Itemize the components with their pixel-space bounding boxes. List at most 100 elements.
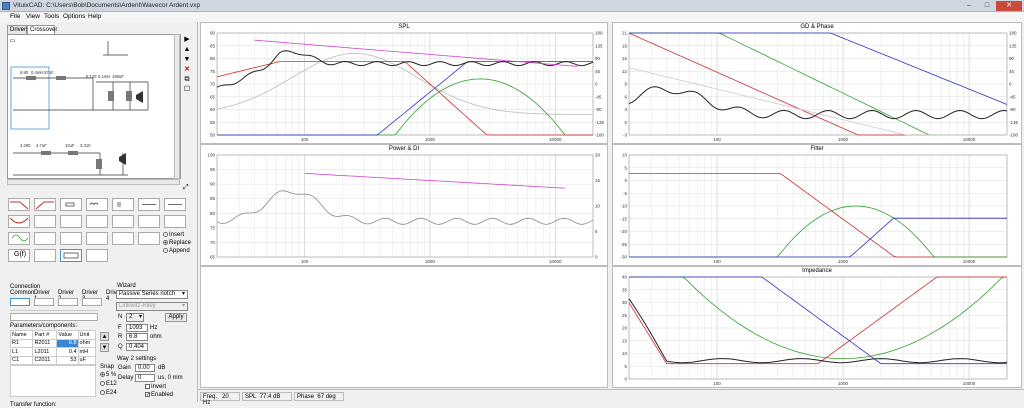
arrow-up-icon[interactable]: ▲	[183, 46, 191, 54]
params-value-cell[interactable]: 0.4	[56, 347, 79, 357]
y-tick-label: -20	[620, 229, 627, 234]
schematic-horizontal-scrollbar[interactable]	[7, 179, 180, 185]
x-tick-label: 100	[301, 259, 309, 264]
snap-e24[interactable]: E24	[100, 390, 117, 396]
plot-grid	[628, 154, 1008, 258]
y-tick-label: 85	[210, 43, 216, 48]
way2-gain-label: Gain	[118, 365, 131, 371]
y-tick-label: 55	[210, 120, 216, 125]
minimize-button[interactable]: –	[960, 1, 978, 11]
connection-driver-3-icon[interactable]	[82, 298, 102, 306]
params-cell: ohm	[77, 338, 97, 348]
params-value-cell[interactable]: 53	[56, 355, 79, 365]
impedance-red-curve	[628, 276, 1007, 365]
y2-tick-label: 15	[595, 178, 601, 183]
menu-options[interactable]: Options	[63, 13, 85, 20]
connection-driver-2-icon[interactable]	[58, 298, 78, 306]
gd-grey-curve	[628, 67, 1007, 136]
wizard-q-input[interactable]: 0.404	[126, 343, 148, 351]
y2-tick-label: -90	[595, 107, 602, 112]
menu-help[interactable]: Help	[88, 13, 101, 20]
snap-e12[interactable]: E12	[100, 381, 117, 387]
schematic-vertical-scrollbar[interactable]	[174, 34, 180, 179]
params-empty-area	[10, 365, 96, 397]
spl-plot[interactable]: SPL 90 85 80 75 70 65 60 55 50 180 135 90 45 0 -45 -90-…	[200, 22, 608, 144]
snap-5pct[interactable]: 5 %	[100, 372, 116, 378]
radio-insert[interactable]: Insert	[163, 232, 191, 238]
status-bar: Freq. 20 Hz SPL 77.4 dB Phase 67 deg	[198, 389, 1024, 406]
menu-view[interactable]: View	[26, 13, 40, 20]
connection-common[interactable]: Common	[10, 290, 34, 296]
status-spl: SPL 77.4 dB	[242, 392, 292, 401]
crossover-schematic[interactable]: 6.80 0.4mH 57uF 6.120 0.1mH 188uF 3.290 …	[7, 34, 181, 179]
empty-plot-area	[200, 266, 608, 388]
wizard-n-select[interactable]: 2 ▾	[126, 313, 144, 322]
plot-grid	[216, 154, 594, 258]
filter-plot[interactable]: Filter 10 5 0 -5 -10 -15 -20 -25 -30 100 1000 10000	[612, 144, 1022, 266]
wizard-r-input[interactable]: 6.8	[126, 333, 148, 341]
arrow-down-icon[interactable]: ▼	[183, 56, 191, 64]
params-table: Name Part # Value Unit R1 R2011 6.8 ohm …	[9, 330, 97, 365]
way2-delay-label: Delay	[118, 375, 134, 381]
y2-tick-label: 90	[1009, 56, 1015, 61]
way2-delay-input[interactable]: 0	[135, 374, 155, 382]
svg-text:6.120: 6.120	[86, 74, 97, 79]
params-header: Part #	[32, 330, 58, 340]
plot-grid	[628, 32, 1008, 136]
spl-blue-curve	[217, 61, 593, 136]
wizard-align-select[interactable]: Linkwitz-Riley ▾	[116, 302, 188, 311]
expand-icon[interactable]: ⤢	[183, 184, 189, 192]
title-bar: VituixCAD: C:\Users\Bob\Documents\Ardent…	[0, 0, 1024, 12]
move-up-icon[interactable]: ▲	[100, 332, 109, 341]
svg-text:0.1mH: 0.1mH	[98, 74, 110, 79]
y-tick-label: 6	[624, 94, 627, 99]
way2-invert-checkbox[interactable]: Invert	[145, 384, 166, 390]
impedance-plot[interactable]: Impedance 40 35 30 25 20 15 10 5 0 100 1000 10000	[612, 266, 1022, 388]
y2-tick-label: -180	[595, 133, 605, 138]
y2-tick-label: 45	[1009, 69, 1015, 74]
y-tick-label: 40	[622, 275, 628, 280]
impedance-black-curve	[628, 298, 1008, 364]
x-tick-label: 1000	[838, 259, 849, 264]
y-tick-label: 60	[210, 107, 216, 112]
way2-enabled-checkbox[interactable]: ✓Enabled	[145, 392, 173, 398]
move-down-icon[interactable]: ▼	[100, 343, 109, 352]
params-cell: R2011	[32, 338, 58, 348]
wizard-n-label: N	[118, 314, 123, 320]
radio-append[interactable]: Append	[163, 248, 191, 254]
table-row[interactable]: C1 C2011 53 uF	[9, 355, 97, 365]
wizard-type-select[interactable]: Passive Series notch ▾	[116, 290, 188, 299]
y-tick-label: 25	[622, 313, 628, 318]
menu-file[interactable]: File	[10, 13, 20, 20]
power-di-plot[interactable]: Power & DI 100 95 90 85 80 75 70 65 20 15 10 5 0 100 1…	[200, 144, 608, 266]
connection-driver-1-icon[interactable]	[34, 298, 54, 306]
menu-tools[interactable]: Tools	[44, 13, 59, 20]
speaker-icon	[136, 91, 143, 103]
filter-plot-canvas: 10 5 0 -5 -10 -15 -20 -25 -30 100 1000 10000	[620, 153, 1008, 264]
way2-delay-unit: us, 0 mm	[158, 375, 183, 381]
copy-icon[interactable]: ⧉	[183, 76, 191, 84]
params-value-cell[interactable]: 6.8	[56, 338, 79, 348]
delete-icon[interactable]: ✕	[183, 66, 191, 74]
connection-common-icon[interactable]	[10, 298, 30, 306]
radio-replace[interactable]: Replace	[163, 240, 191, 246]
gd-black-curve	[628, 86, 1008, 120]
wizard-f-input[interactable]: 1093	[126, 324, 148, 332]
tab-drivers[interactable]: Drivers	[7, 25, 29, 34]
y-tick-label: 15	[622, 338, 628, 343]
apply-button[interactable]: Apply	[165, 313, 187, 322]
maximize-button[interactable]: □	[978, 1, 996, 11]
gd-phase-plot[interactable]: GD & Phase 21 18 15 12 9 6 3 0 -3 180 135 90 45 0 -45-…	[612, 22, 1022, 144]
params-header: Value	[56, 330, 79, 340]
y-tick-label: 70	[210, 82, 216, 87]
way2-gain-input[interactable]: 0.00	[135, 364, 155, 372]
y2-tick-label: -45	[1009, 94, 1016, 99]
table-row[interactable]: L1 L2011 0.4 mH	[9, 347, 97, 357]
checkbox-icon[interactable]: ☐	[183, 86, 191, 94]
chevron-down-icon: ▾	[138, 314, 142, 320]
x-tick-label: 10000	[963, 137, 976, 142]
table-row[interactable]: R1 R2011 6.8 ohm	[9, 338, 97, 348]
close-button[interactable]: ✕	[996, 1, 1022, 11]
y-tick-label: 0	[624, 178, 627, 183]
play-icon[interactable]: ▶	[183, 36, 191, 44]
